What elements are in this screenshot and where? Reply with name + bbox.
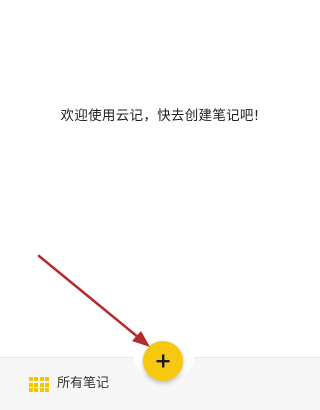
notes-screen: 欢迎使用云记，快去创建笔记吧! 所有笔记 [0, 0, 320, 410]
plus-icon [143, 341, 183, 381]
all-notes-button[interactable]: 所有笔记 [57, 376, 109, 392]
empty-state-message: 欢迎使用云记，快去创建笔记吧! [60, 108, 260, 124]
add-note-button[interactable] [143, 341, 183, 381]
grid-icon[interactable] [29, 377, 49, 392]
